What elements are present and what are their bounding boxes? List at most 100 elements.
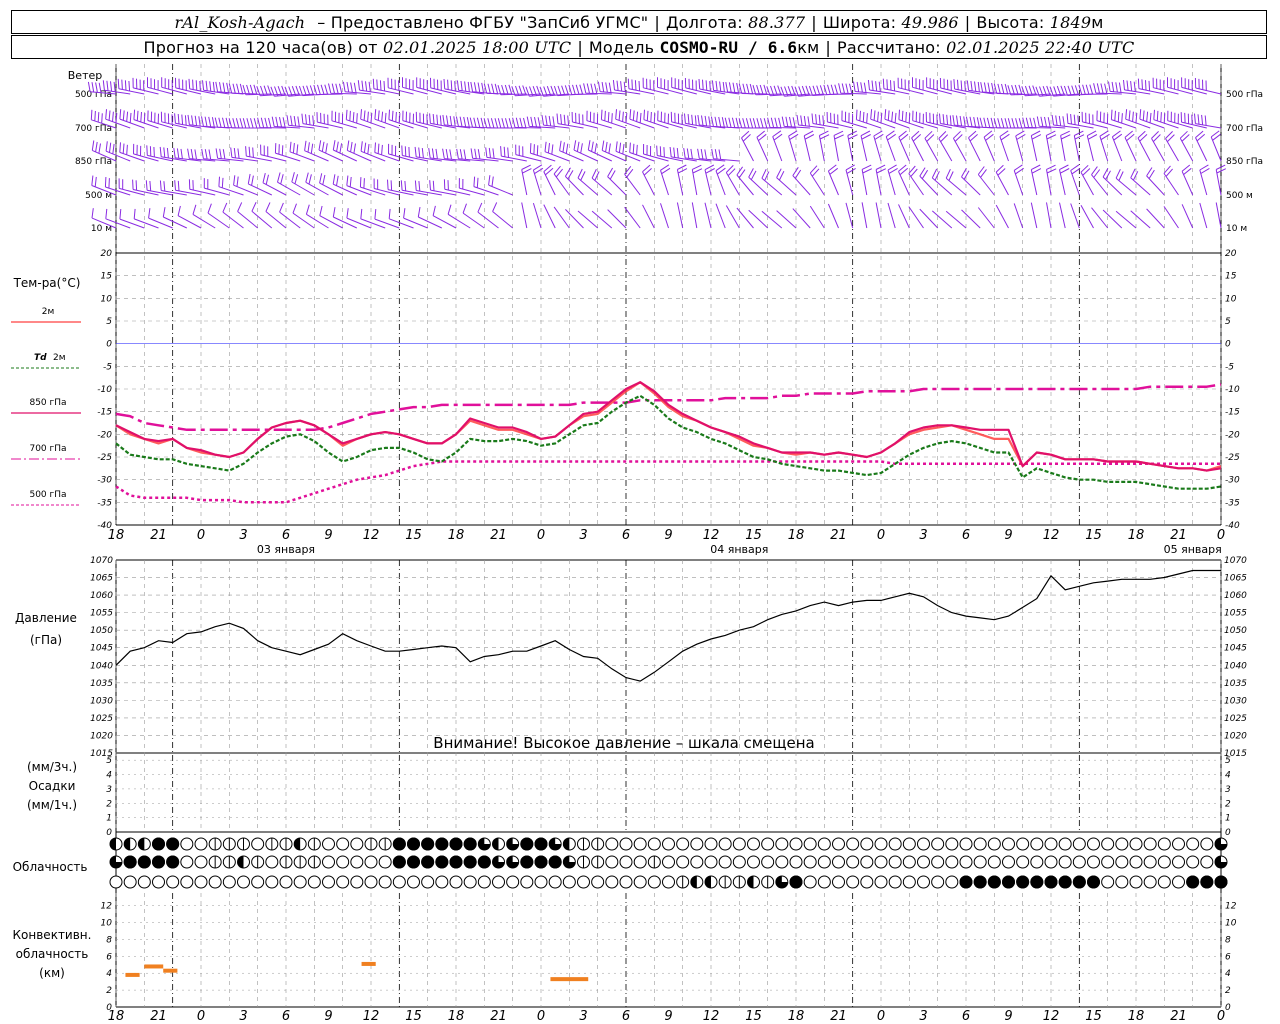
cloud-fill-full — [449, 855, 463, 869]
pressure-tick-left: 1065 — [90, 574, 113, 584]
cloud-circle — [959, 837, 973, 851]
cloud-circle — [1058, 837, 1072, 851]
conv-tick-left: 10 — [101, 919, 113, 929]
legend-label: 700 гПа — [29, 444, 66, 454]
pressure-unit: (гПа) — [30, 633, 62, 647]
temp-tick-right: 10 — [1225, 294, 1237, 304]
wind-barb — [521, 202, 528, 229]
convective-cloud-panel: 12 1210 108 86 64 42 20 0 — [101, 902, 1237, 1013]
cloud-circle — [732, 855, 746, 869]
wind-barb — [792, 167, 811, 196]
cloud-circle — [435, 875, 449, 889]
precip-tick-left: 2 — [106, 799, 112, 809]
cloud-circle — [506, 875, 520, 889]
cloud-circle — [392, 875, 406, 889]
cloud-circle — [860, 837, 874, 851]
temp-tick-left: 20 — [101, 249, 113, 259]
temperature-panel: 20 20 15 15 10 10 5 5 0 0 -5 -5 -10 -10 -15 -15 -20 -20 -2… — [11, 249, 1240, 531]
pressure-panel: 1070 1070 1065 1065 1060 1060 1055 1055 1050 1050… — [90, 556, 1247, 759]
cloud-circle — [917, 837, 930, 851]
cloud-fill-half — [705, 876, 711, 888]
wind-barb — [1080, 164, 1094, 196]
cloud-circle — [803, 837, 817, 851]
wind-barb — [908, 165, 924, 196]
wind-barb — [1130, 168, 1151, 196]
time-tick-label-bottom: 9 — [664, 1009, 672, 1024]
wind-level-label-right: 850 гПа — [1226, 157, 1263, 167]
cloud-circle — [350, 875, 364, 889]
cloud-fill-full — [1030, 875, 1044, 889]
pressure-tick-left: 1025 — [90, 714, 113, 724]
cloud-fill-full — [152, 855, 165, 869]
time-tick-label-bottom: 18 — [788, 1009, 805, 1024]
precip-title: Осадки — [29, 779, 76, 793]
wind-barb — [873, 130, 884, 162]
time-tick-label: 21 — [490, 528, 507, 543]
wind-barb — [565, 209, 584, 229]
cloud-fill-half — [124, 838, 131, 850]
wind-barb — [919, 208, 939, 229]
time-tick-label: 3 — [239, 528, 247, 543]
temp-tick-right: -35 — [1225, 498, 1240, 508]
day-label: 03 января — [257, 543, 315, 556]
time-tick-label-bottom: 21 — [830, 1009, 847, 1024]
wind-barb — [704, 164, 715, 196]
pressure-tick-right: 1025 — [1224, 714, 1247, 724]
wind-barb — [1181, 164, 1194, 196]
wind-barb — [477, 202, 499, 229]
conv-tick-left: 4 — [106, 969, 112, 979]
cloud-circle — [322, 855, 335, 869]
temp-title: Тем-ра(°C) — [13, 276, 81, 290]
cloud-circle — [832, 837, 845, 851]
time-tick-label: 21 — [830, 528, 847, 543]
temp-tick-left: 5 — [106, 317, 112, 327]
wind-barb — [898, 164, 910, 196]
cloud-circle — [1143, 855, 1157, 869]
cloud-circle — [1115, 837, 1129, 851]
time-tick-label-bottom: 12 — [363, 1009, 380, 1024]
cloud-circle — [1200, 837, 1214, 851]
time-tick-label-bottom: 6 — [962, 1009, 970, 1024]
cloud-fill-full — [435, 855, 449, 869]
cloud-circle — [123, 875, 137, 889]
cloud-circle — [1200, 855, 1214, 869]
temp-tick-left: -25 — [97, 453, 112, 463]
wind-barb — [1151, 131, 1165, 162]
cloud-fill-full — [449, 837, 463, 851]
wind-barb — [995, 164, 1009, 196]
cloud-circle — [633, 855, 647, 869]
temp-tick-left: -35 — [97, 498, 112, 508]
cloud-fill-full — [407, 855, 420, 869]
wind-barb — [1030, 202, 1038, 229]
wind-barb — [553, 206, 570, 229]
cloud-circle — [1143, 837, 1157, 851]
pressure-tick-right: 1045 — [1224, 644, 1247, 654]
wind-barb — [1013, 164, 1024, 196]
cloud-fill-full — [137, 855, 151, 869]
temp-tick-right: 20 — [1225, 249, 1237, 259]
pressure-tick-left: 1050 — [90, 626, 113, 636]
conv-tick-right: 6 — [1225, 952, 1231, 962]
cloud-circle — [662, 837, 675, 851]
temp-tick-left: -10 — [97, 385, 112, 395]
wind-barb — [776, 210, 797, 229]
pressure-tick-right: 1070 — [1224, 556, 1247, 566]
cloud-circle — [846, 837, 860, 851]
conv-tick-left: 6 — [106, 952, 112, 962]
legend-label: 850 гПа — [29, 398, 66, 408]
wind-barb — [875, 202, 882, 229]
cloud-circle — [336, 855, 350, 869]
legend-label: Td — [34, 353, 47, 363]
cloud-circle — [1129, 875, 1143, 889]
cloud-circle — [1101, 855, 1115, 869]
wind-barb — [860, 130, 871, 162]
cloud-fill-full — [789, 875, 803, 889]
wind-barb — [488, 175, 513, 196]
time-tick-label-bottom: 9 — [324, 1009, 332, 1024]
wind-barb — [174, 180, 202, 196]
cloud-circle — [1186, 855, 1200, 869]
cloud-fill-full — [987, 875, 1001, 889]
time-tick-label: 15 — [745, 528, 762, 543]
wind-barb — [945, 168, 967, 196]
cloud-fill-full — [973, 875, 987, 889]
